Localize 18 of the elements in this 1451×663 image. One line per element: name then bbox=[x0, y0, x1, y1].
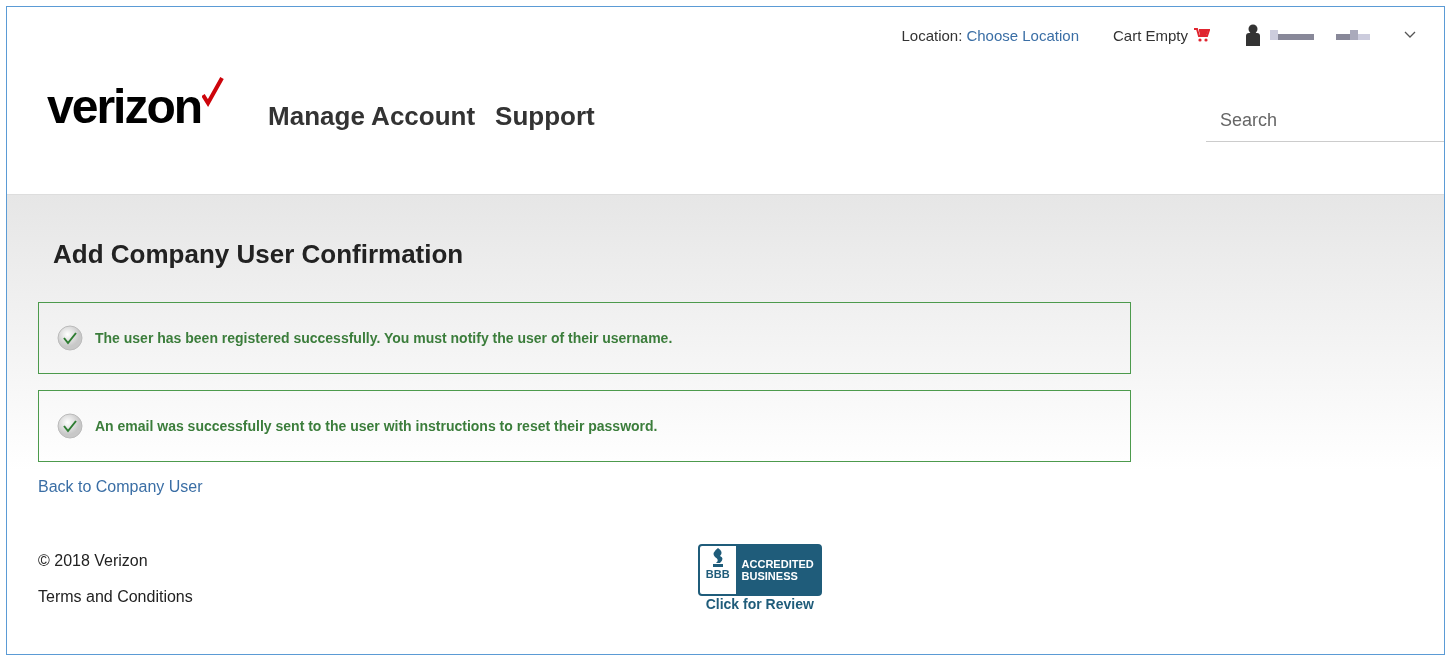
message-text: The user has been registered successfully. You must notify the user of their username. bbox=[95, 330, 673, 346]
cart-icon[interactable] bbox=[1194, 28, 1210, 42]
location-label: Location: bbox=[901, 26, 963, 44]
message-text: An email was successfully sent to the user with instructions to reset their password. bbox=[95, 418, 658, 434]
nav-link[interactable]: Manage Account bbox=[268, 100, 476, 132]
nav-link[interactable]: Support bbox=[495, 100, 595, 132]
check-circle-icon bbox=[57, 413, 83, 439]
chevron-down-icon[interactable] bbox=[1404, 31, 1416, 39]
verizon-logo[interactable]: verizon bbox=[47, 83, 202, 131]
copyright-text: © 2018 Verizon bbox=[38, 552, 149, 570]
checkmark-icon bbox=[202, 77, 225, 107]
terms-link[interactable]: Terms and Conditions bbox=[38, 588, 193, 606]
back-link[interactable]: Back to Company User bbox=[38, 478, 1444, 496]
check-circle-icon bbox=[57, 325, 83, 351]
cart-status: Cart Empty bbox=[1113, 26, 1188, 44]
page-title: Add Company User Confirmation bbox=[53, 239, 465, 270]
user-icon[interactable] bbox=[1246, 24, 1260, 46]
choose-location-link[interactable]: Choose Location bbox=[966, 26, 1079, 44]
